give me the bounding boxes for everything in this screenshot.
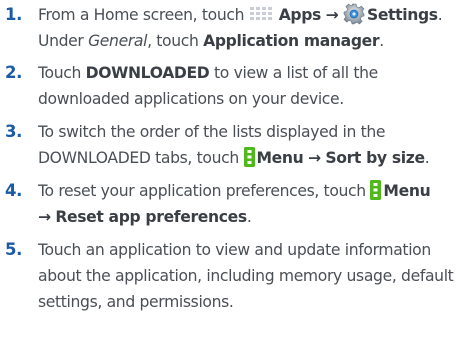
arrow: → [308,149,321,167]
step-text: . [437,6,443,24]
step-number: 4. [5,181,23,200]
arrow: → [325,6,339,24]
step-1: 1. From a Home screen, touch Apps → Sett… [0,2,472,54]
step-3: 3. To switch the order of the lists disp… [0,119,472,171]
step-text: Touch an application to view and update … [38,241,454,311]
step-text: , touch [147,32,199,50]
menu-icon [243,147,255,167]
step-number: 2. [5,63,23,82]
reset-app-preferences-label: Reset app preferences [55,208,247,226]
step-number: 3. [5,122,23,141]
step-number: 5. [5,240,23,259]
step-text: . [379,32,384,50]
step-5: 5. Touch an application to view and upda… [0,237,472,315]
menu-icon [370,180,382,200]
apps-label: Apps [278,6,322,24]
settings-gear-icon [343,3,365,25]
step-text: Touch [38,64,82,82]
general-label: General [88,32,148,50]
step-text: . [246,208,252,226]
step-4: 4. To reset your application preferences… [0,178,472,230]
step-text: From a Home screen, touch [38,6,245,24]
settings-label: Settings [366,6,438,24]
step-2: 2. Touch DOWNLOADED to view a list of al… [0,60,472,112]
step-text: Under [38,32,84,50]
arrow: → [38,208,51,226]
sort-by-size-label: Sort by size [325,149,425,167]
menu-label: Menu [256,149,304,167]
step-text: . [424,149,430,167]
apps-grid-icon [249,7,272,20]
downloaded-label: DOWNLOADED [85,64,210,82]
step-number: 1. [5,5,23,24]
step-text: To reset your application preferences, t… [38,182,366,200]
application-manager-label: Application manager [203,32,380,50]
menu-label: Menu [383,182,431,200]
